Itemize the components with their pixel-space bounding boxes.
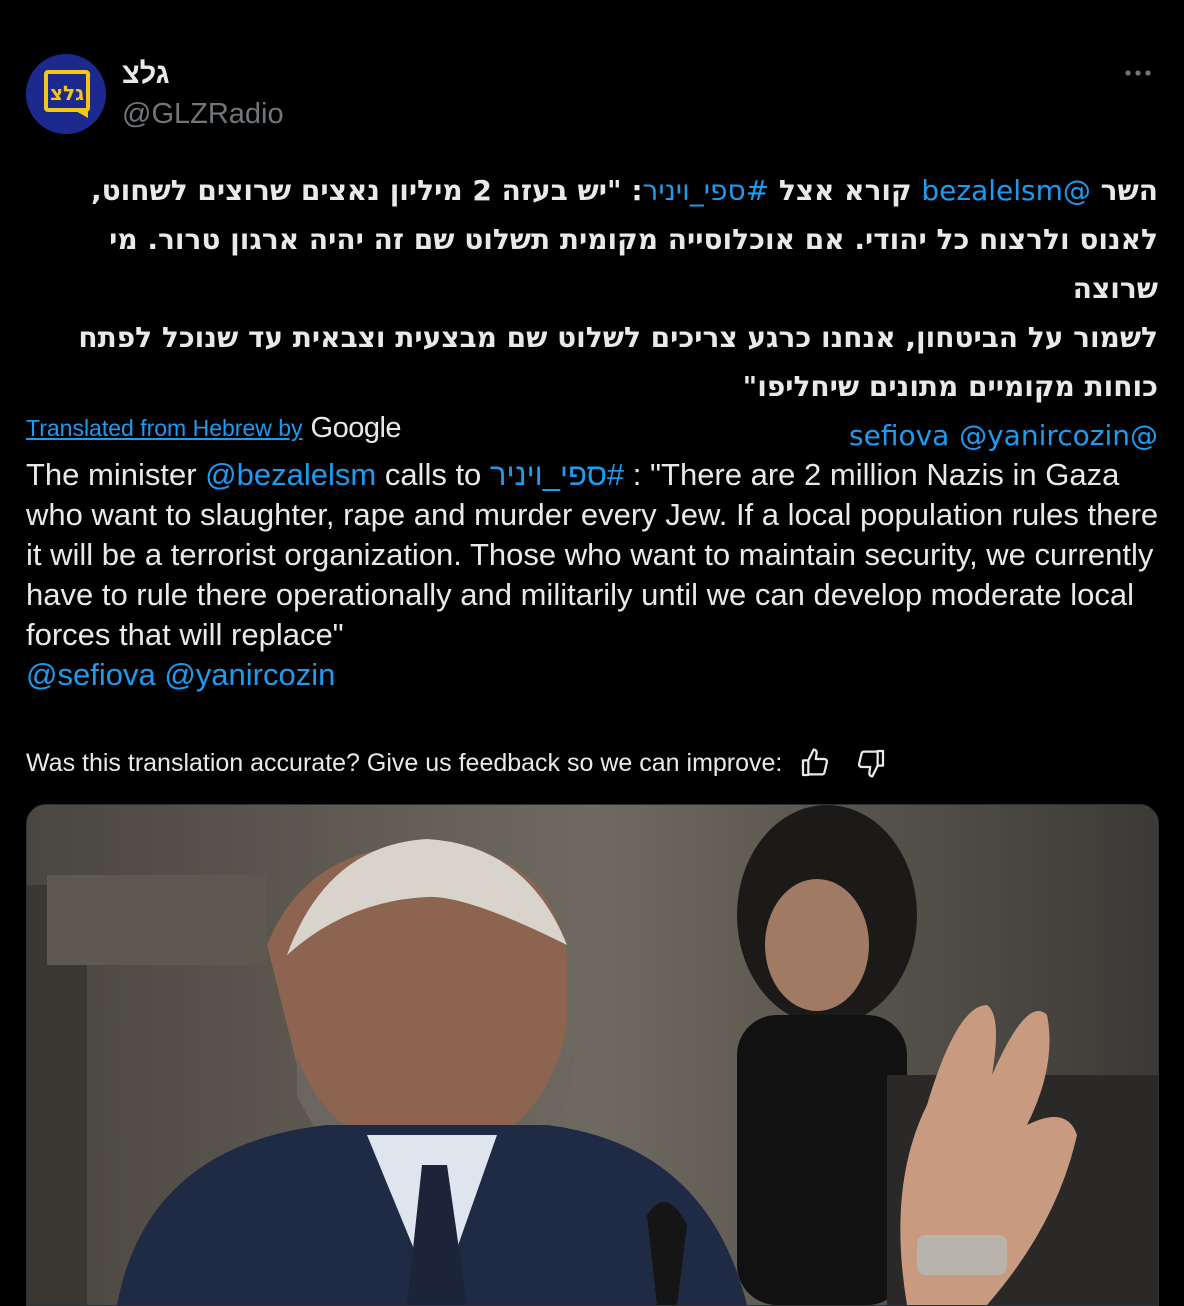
translation-feedback: Was this translation accurate? Give us f… [26, 742, 888, 784]
mention-bezalelsm-translated[interactable]: @bezalelsm [205, 457, 376, 492]
more-horizontal-icon [1125, 70, 1151, 76]
user-handle[interactable]: @GLZRadio [122, 98, 284, 131]
hebrew-text: השר [1090, 174, 1158, 207]
thumbs-down-button[interactable] [854, 746, 888, 780]
hebrew-line-2: לאנוס ולרצוח כל יהודי. אם אוכלוסייה מקומ… [109, 223, 1158, 305]
hebrew-text: קורא אצל [769, 174, 922, 207]
translation-attribution: Translated from Hebrew by Google [26, 408, 402, 448]
hebrew-text: : "יש בעזה 2 מיליון נאצים שרוצים לשחוט, [90, 174, 643, 207]
hebrew-line-1: השר @bezalelsm קורא אצל #ספי_ויניר: "יש … [26, 166, 1158, 215]
hashtag-link[interactable]: #ספי_ויניר [643, 174, 770, 207]
photo-scene [27, 805, 1158, 1305]
mention-yanircozin[interactable]: @yanircozin [959, 419, 1130, 452]
tweet-translation: The minister @bezalelsm calls to #ספי_וי… [26, 455, 1166, 695]
display-name[interactable]: גלצ [122, 58, 170, 91]
translation-text: The minister [26, 457, 206, 492]
glz-logo-icon: גלצ [26, 54, 106, 134]
mention-bezalelsm[interactable]: @bezalelsm [921, 174, 1091, 207]
translated-from-link[interactable]: Translated from Hebrew by [26, 415, 303, 442]
hebrew-line-3: לשמור על הביטחון, אנחנו כרגע צריכים לשלו… [78, 321, 1158, 354]
hebrew-line-4: כוחות מקומיים מתונים שיחליפו" [742, 370, 1158, 403]
avatar[interactable]: גלצ [26, 54, 106, 134]
mention-sefiova-translated[interactable]: @sefiova [26, 657, 156, 692]
tweet-photo[interactable] [26, 804, 1159, 1306]
feedback-prompt: Was this translation accurate? Give us f… [26, 748, 783, 777]
thumbs-up-button[interactable] [798, 746, 832, 780]
thumbs-up-icon [802, 748, 829, 777]
translation-text: calls to [376, 457, 490, 492]
translation-body: The minister @bezalelsm calls to #ספי_וי… [26, 455, 1166, 655]
avatar-logo-text: גלצ [50, 81, 84, 105]
mention-yanircozin-translated[interactable]: @yanircozin [164, 657, 335, 692]
hashtag-link-translated[interactable]: #ספי_ויניר [490, 457, 624, 492]
google-logo: Google [310, 411, 402, 444]
more-options-button[interactable] [1118, 58, 1158, 88]
translation-mentions: @sefiova @yanircozin [26, 655, 1166, 695]
thumbs-down-icon [858, 749, 885, 778]
